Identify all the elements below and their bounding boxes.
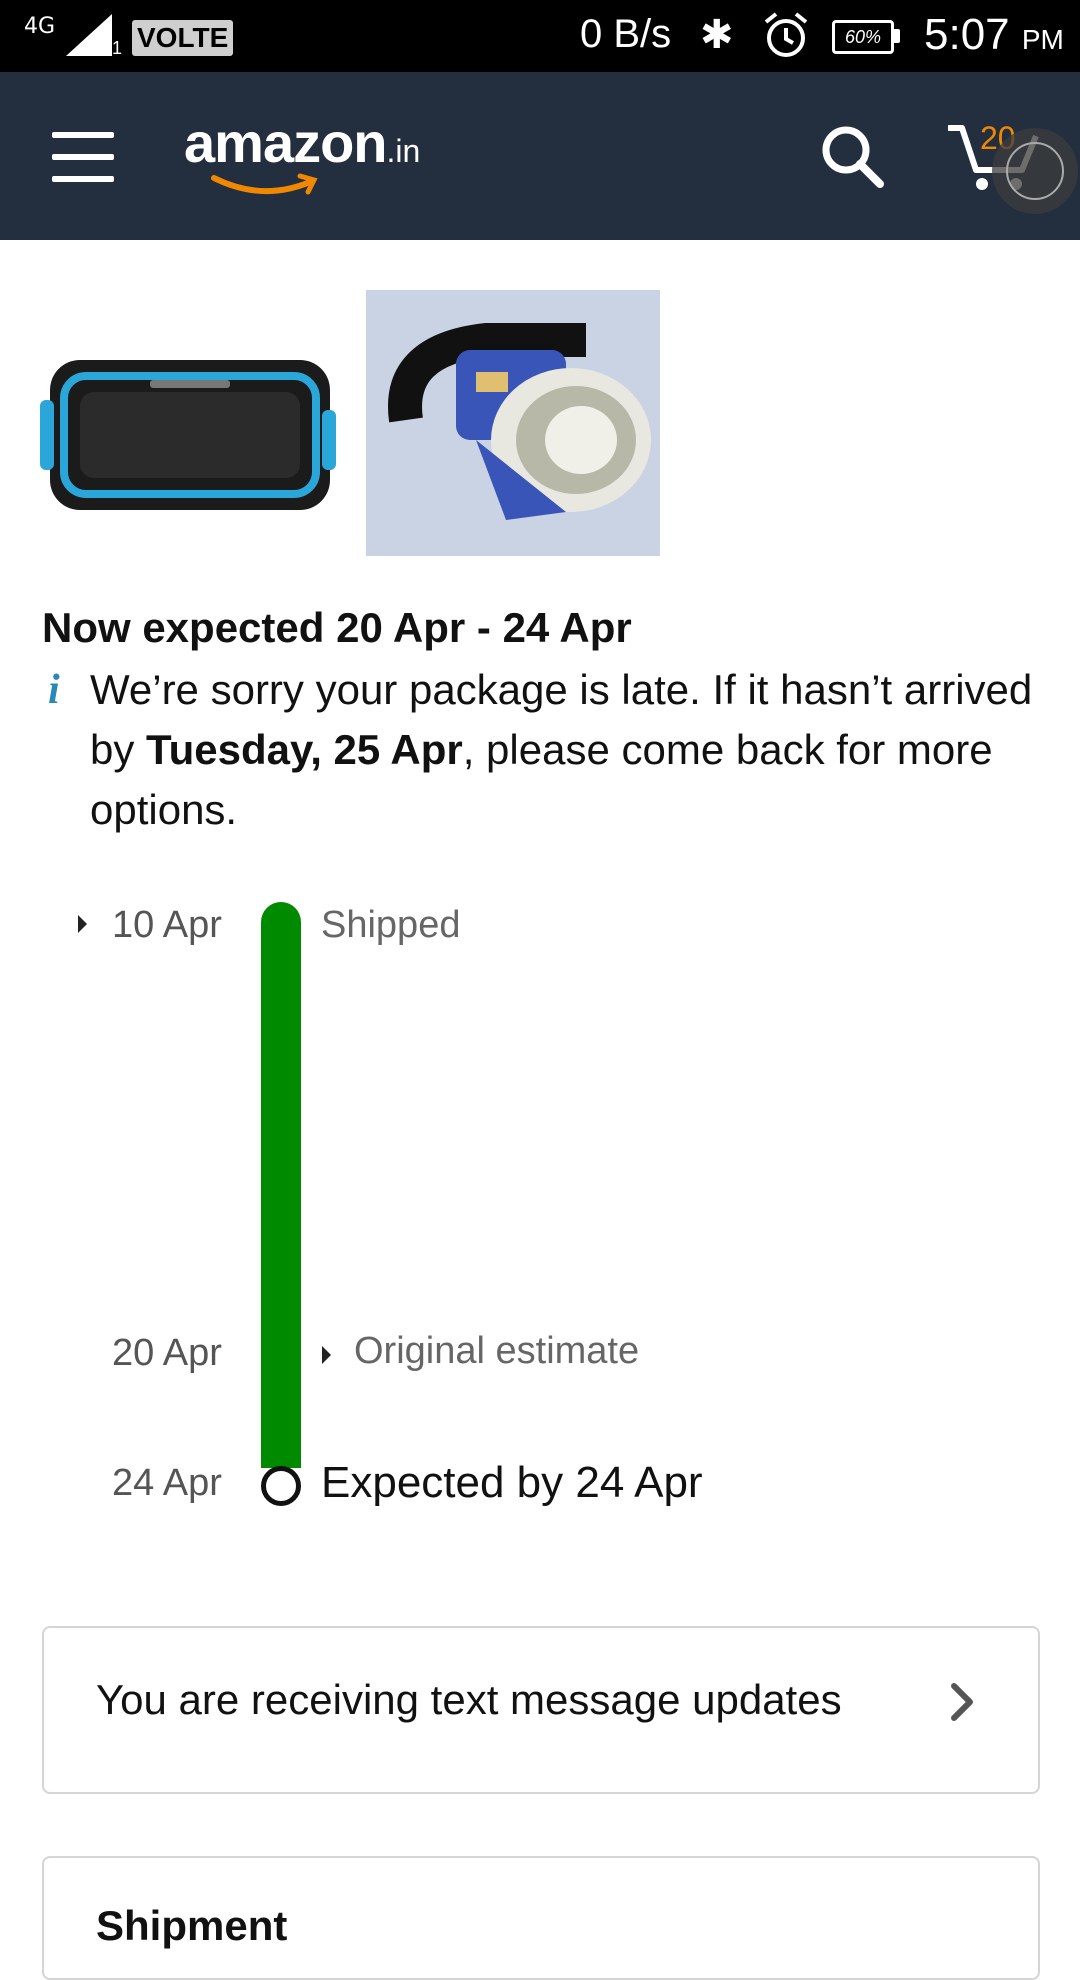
search-icon[interactable]	[818, 122, 890, 194]
hamburger-menu-icon[interactable]	[52, 132, 114, 198]
info-icon: i	[48, 667, 60, 713]
headlamp-product-image[interactable]	[366, 290, 660, 556]
signal-icon	[66, 14, 112, 56]
late-package-message: We’re sorry your package is late. If it …	[90, 660, 1050, 840]
text-updates-card[interactable]: You are receiving text message updates	[42, 1626, 1040, 1794]
timeline-progress-bar	[261, 902, 301, 1468]
alarm-icon	[764, 12, 808, 57]
speaker-product-image[interactable]	[40, 340, 340, 530]
amazon-smile-icon	[211, 173, 318, 195]
timeline-label-expected: Expected by 24 Apr	[321, 1458, 703, 1507]
app-header: amazon.in 20	[0, 72, 1080, 240]
status-bar: 4G 1 VOLTE 0 B/s ✱ 60% 5:07 PM	[0, 0, 1080, 72]
expected-delivery-headline: Now expected 20 Apr - 24 Apr	[42, 604, 632, 651]
timeline-date-expected: 24 Apr	[112, 1462, 222, 1504]
timeline-date-shipped: 10 Apr	[112, 904, 222, 946]
sim-slot: 1	[112, 38, 123, 58]
floating-overlay-ring	[1006, 142, 1064, 200]
caret-right-icon[interactable]	[322, 1346, 331, 1364]
battery-nub	[894, 29, 900, 43]
bluetooth-icon: ✱	[700, 13, 734, 57]
timeline-date-original: 20 Apr	[112, 1332, 222, 1374]
timeline-label-shipped: Shipped	[321, 904, 461, 946]
shipment-title: Shipment	[96, 1902, 288, 1949]
timeline-end-circle-icon	[261, 1466, 301, 1506]
battery-indicator: 60%	[832, 20, 894, 54]
network-type: 4G	[24, 14, 56, 39]
chevron-right-icon	[951, 1683, 973, 1721]
clock: 5:07 PM	[924, 10, 1064, 60]
clock-time: 5:07	[924, 10, 1010, 59]
shipment-card[interactable]: Shipment	[42, 1856, 1040, 1980]
clock-ampm: PM	[1021, 24, 1064, 55]
original-estimate-toggle[interactable]: Original estimate	[354, 1330, 639, 1373]
logo-text: amazon	[184, 111, 387, 174]
amazon-logo[interactable]: amazon.in	[184, 110, 420, 175]
caret-right-icon	[78, 915, 87, 933]
late-message-date: Tuesday, 25 Apr	[146, 726, 463, 773]
volte-badge: VOLTE	[132, 20, 234, 56]
network-speed: 0 B/s	[580, 12, 672, 56]
text-updates-label: You are receiving text message updates	[96, 1676, 842, 1723]
logo-tld: .in	[386, 133, 421, 169]
